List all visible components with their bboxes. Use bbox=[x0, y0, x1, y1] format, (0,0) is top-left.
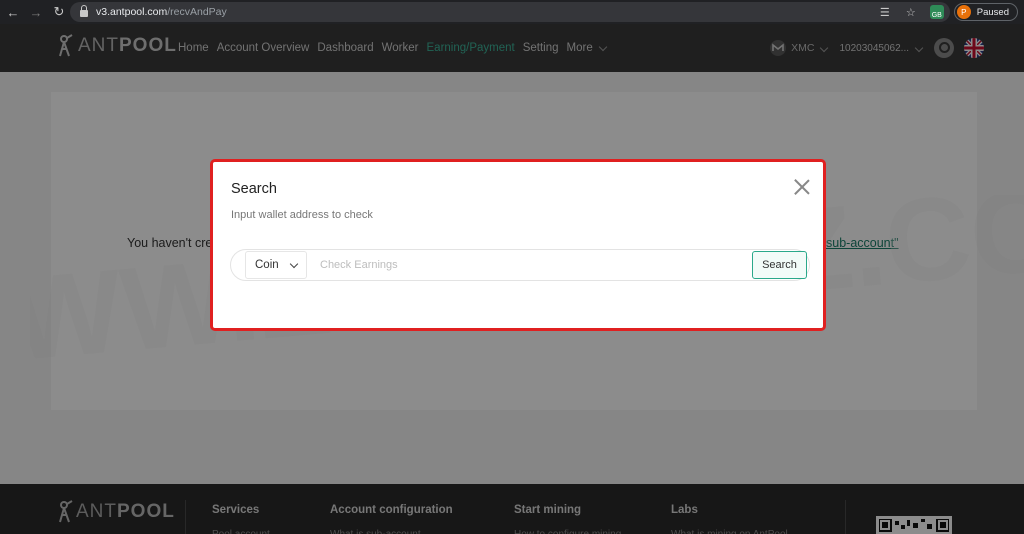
avatar: P bbox=[956, 5, 971, 19]
address-bar[interactable]: v3.antpool.com/recvAndPay bbox=[70, 2, 950, 22]
profile-status: Paused bbox=[976, 6, 1009, 18]
dialog-subtitle: Input wallet address to check bbox=[231, 209, 373, 221]
coin-dropdown[interactable]: Coin bbox=[245, 251, 307, 279]
browser-toolbar: ← → ↻ v3.antpool.com/recvAndPay ☰ ☆ GB P… bbox=[0, 0, 1024, 24]
wallet-search-bar: Coin Search bbox=[230, 249, 810, 281]
search-button[interactable]: Search bbox=[752, 251, 807, 279]
forward-arrow-icon[interactable]: → bbox=[26, 2, 46, 22]
url-text: v3.antpool.com/recvAndPay bbox=[96, 6, 227, 18]
dialog-title: Search bbox=[231, 181, 277, 197]
star-icon[interactable]: ☆ bbox=[902, 3, 920, 21]
reload-icon[interactable]: ↻ bbox=[49, 2, 69, 22]
chevron-down-icon bbox=[289, 259, 298, 268]
translate-icon[interactable]: ☰ bbox=[876, 3, 894, 21]
search-dialog: Search Input wallet address to check Coi… bbox=[210, 159, 826, 331]
close-icon[interactable] bbox=[793, 178, 811, 196]
wallet-address-input[interactable] bbox=[311, 251, 731, 279]
back-arrow-icon[interactable]: ← bbox=[3, 2, 23, 22]
extension-icon[interactable]: GB bbox=[928, 3, 946, 21]
profile-button[interactable]: P Paused bbox=[953, 3, 1018, 21]
lock-icon bbox=[80, 5, 88, 17]
